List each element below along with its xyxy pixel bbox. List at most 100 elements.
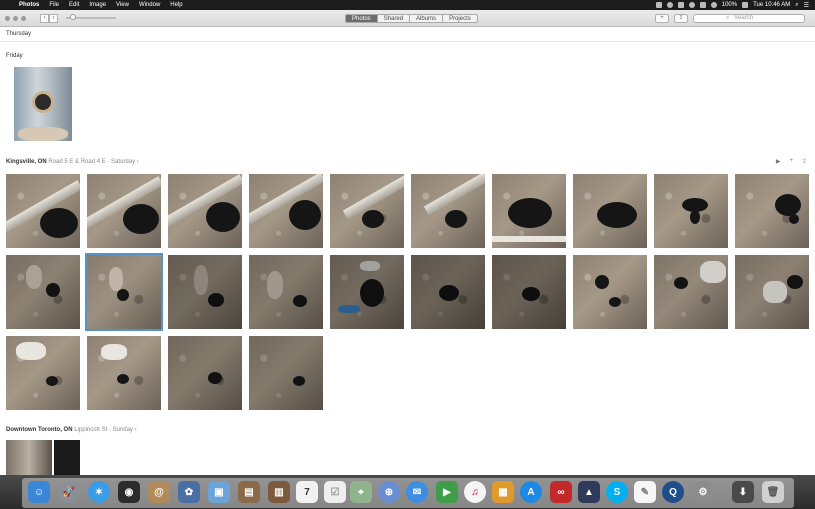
status-timemachine-icon[interactable]: [688, 2, 695, 8]
launchpad-icon[interactable]: 🚀: [58, 481, 80, 503]
minimize-window-button[interactable]: [13, 15, 18, 21]
search-field[interactable]: ⌕ Search: [693, 14, 805, 23]
toolbar-right: + ⇪ ⌕ Search: [655, 14, 805, 23]
photos-app-icon[interactable]: ✿: [178, 481, 200, 503]
contacts-icon[interactable]: @: [148, 481, 170, 503]
photo-thumbnail[interactable]: [87, 174, 161, 248]
photo-thumbnail[interactable]: [330, 255, 404, 329]
photo-thumbnail[interactable]: [492, 174, 566, 248]
photo-thumbnail[interactable]: [54, 440, 80, 475]
tab-photos[interactable]: Photos: [345, 14, 378, 23]
trash-icon[interactable]: 🗑: [762, 481, 784, 503]
photo-thumbnail[interactable]: [87, 336, 161, 410]
messages-icon[interactable]: ✉: [406, 481, 428, 503]
photo-thumbnail[interactable]: [573, 174, 647, 248]
photo-thumbnail[interactable]: [168, 174, 242, 248]
zoom-slider-knob[interactable]: [70, 14, 76, 20]
photo-thumbnail[interactable]: [6, 440, 52, 475]
battery-icon[interactable]: [742, 2, 749, 8]
photo-thumbnail[interactable]: [14, 67, 72, 141]
reminders-icon[interactable]: ☑: [324, 481, 346, 503]
system-preferences-icon[interactable]: ⚙: [692, 481, 714, 503]
preview-icon[interactable]: ▣: [208, 481, 230, 503]
photo-thumbnail[interactable]: [492, 255, 566, 329]
maps-icon[interactable]: ⌖: [350, 481, 372, 503]
photo-thumbnail[interactable]: [735, 255, 809, 329]
section-place[interactable]: Downtown Toronto, ON: [6, 427, 73, 433]
plus-icon[interactable]: +: [789, 158, 793, 165]
play-icon[interactable]: ▶: [776, 158, 781, 165]
terminal-icon[interactable]: ▲: [578, 481, 600, 503]
calendar-icon[interactable]: 7: [296, 481, 318, 503]
photo-booth-icon[interactable]: ◉: [118, 481, 140, 503]
section-meta[interactable]: Road 5 E & Road 4 E · Saturday ›: [48, 159, 138, 165]
section-header-kingsville[interactable]: Kingsville, ON Road 5 E & Road 4 E · Sat…: [6, 159, 139, 165]
section-header-toronto[interactable]: Downtown Toronto, ON Lippincott St · Sun…: [6, 427, 137, 433]
book-icon[interactable]: ▥: [268, 481, 290, 503]
textedit-icon[interactable]: ✎: [634, 481, 656, 503]
photo-thumbnail[interactable]: [654, 255, 728, 329]
photo-thumbnail[interactable]: [249, 174, 323, 248]
section-place[interactable]: Kingsville, ON: [6, 159, 47, 165]
photo-thumbnail[interactable]: [6, 174, 80, 248]
photo-thumbnail[interactable]: [6, 255, 80, 329]
add-button[interactable]: +: [655, 14, 669, 23]
creative-cloud-icon[interactable]: ∞: [550, 481, 572, 503]
zoom-window-button[interactable]: [21, 15, 26, 21]
menu-file[interactable]: File: [44, 0, 64, 10]
ibooks-icon[interactable]: ▦: [492, 481, 514, 503]
finder-icon[interactable]: ☺: [28, 481, 50, 503]
tab-projects[interactable]: Projects: [443, 14, 478, 23]
share-button[interactable]: ⇪: [674, 14, 688, 23]
status-bluetooth-icon[interactable]: [699, 2, 706, 8]
photo-detail: [700, 261, 726, 283]
tab-albums[interactable]: Albums: [410, 14, 444, 23]
status-sync-icon[interactable]: [666, 2, 673, 8]
notification-center-icon[interactable]: ☰: [804, 2, 809, 9]
status-app-icon[interactable]: [655, 2, 662, 8]
downloads-icon[interactable]: ⬇: [732, 481, 754, 503]
close-window-button[interactable]: [5, 15, 10, 21]
facetime-icon[interactable]: ▶: [436, 481, 458, 503]
photo-detail: [508, 198, 552, 228]
photo-thumbnail[interactable]: [330, 174, 404, 248]
menu-edit[interactable]: Edit: [64, 0, 84, 10]
itunes-icon[interactable]: ♫: [464, 481, 486, 503]
photo-thumbnail[interactable]: [6, 336, 80, 410]
app-store-icon[interactable]: A: [520, 481, 542, 503]
photo-thumbnail[interactable]: [249, 336, 323, 410]
quicktime-icon[interactable]: Q: [662, 481, 684, 503]
share-icon[interactable]: ⇪: [802, 158, 807, 165]
photo-detail: [360, 279, 384, 307]
tab-shared[interactable]: Shared: [377, 14, 411, 23]
photo-thumbnail[interactable]: [411, 255, 485, 329]
menu-view[interactable]: View: [111, 0, 134, 10]
notes-icon[interactable]: ▤: [238, 481, 260, 503]
forward-button[interactable]: ›: [49, 13, 58, 23]
battery-percentage[interactable]: 100%: [722, 2, 737, 8]
wifi-icon[interactable]: [710, 2, 717, 8]
photo-thumbnail[interactable]: [735, 174, 809, 248]
safari-icon[interactable]: ✶: [88, 481, 110, 503]
clock[interactable]: Tue 10:46 AM: [753, 2, 790, 8]
view-tabs: Photos Shared Albums Projects: [345, 14, 478, 23]
spotlight-icon[interactable]: ⌕: [795, 2, 798, 9]
menu-app-photos[interactable]: Photos: [14, 0, 44, 10]
menu-window[interactable]: Window: [134, 0, 165, 10]
photo-thumbnail[interactable]: [411, 174, 485, 248]
sync-icon[interactable]: ⊕: [378, 481, 400, 503]
photo-thumbnail-selected[interactable]: [85, 253, 163, 331]
zoom-slider[interactable]: [66, 14, 116, 20]
photo-thumbnail[interactable]: [249, 255, 323, 329]
back-button[interactable]: ‹: [40, 13, 49, 23]
photo-detail: [787, 275, 803, 289]
photo-thumbnail[interactable]: [573, 255, 647, 329]
status-display-icon[interactable]: [677, 2, 684, 8]
section-meta[interactable]: Lippincott St · Sunday ›: [74, 427, 136, 433]
photo-thumbnail[interactable]: [168, 336, 242, 410]
photo-thumbnail[interactable]: [168, 255, 242, 329]
menu-image[interactable]: Image: [84, 0, 111, 10]
skype-icon[interactable]: S: [606, 481, 628, 503]
photo-thumbnail[interactable]: [654, 174, 728, 248]
menu-help[interactable]: Help: [165, 0, 187, 10]
